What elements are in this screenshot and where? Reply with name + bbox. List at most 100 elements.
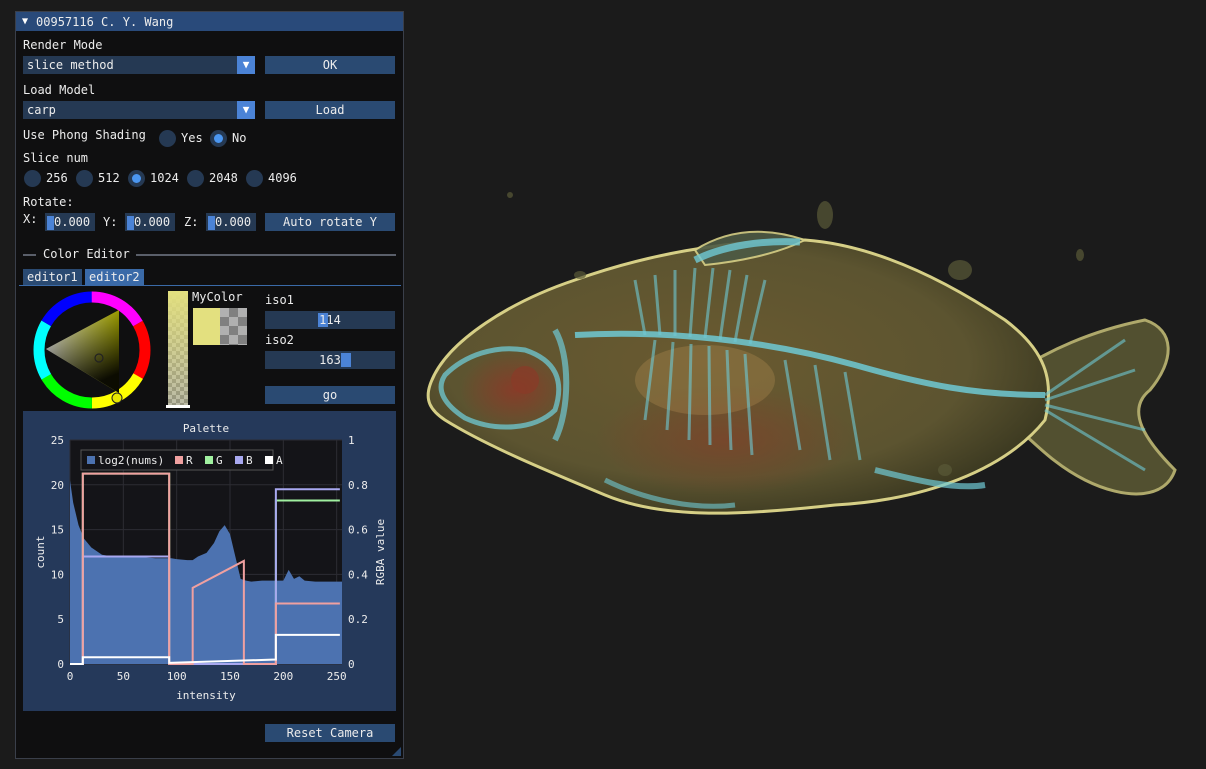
- legend-label: B: [246, 454, 253, 467]
- y-tick-label: 20: [51, 479, 64, 492]
- iso2-value: 163: [319, 353, 341, 367]
- resize-grip-icon[interactable]: [392, 747, 401, 756]
- legend: log2(nums) R G B A: [80, 449, 283, 471]
- legend-swatch: [87, 456, 95, 464]
- slice-512-radio[interactable]: [76, 170, 93, 187]
- render-mode-label: Render Mode: [23, 38, 103, 52]
- alpha-bar[interactable]: [166, 291, 190, 408]
- y-tick-label: 25: [51, 434, 64, 447]
- y2-axis-label: RGBA value: [374, 519, 387, 585]
- slice-2048-label: 2048: [209, 171, 238, 185]
- tab-editor2[interactable]: editor2: [85, 269, 144, 285]
- chart-title: Palette: [183, 422, 229, 435]
- rotate-x-value: 0.000: [54, 215, 91, 229]
- slice-4096-label: 4096: [268, 171, 297, 185]
- chevron-down-icon[interactable]: ▼: [237, 101, 255, 119]
- y-tick-label: 5: [57, 613, 64, 626]
- rotate-y-input[interactable]: 0.000: [125, 213, 175, 231]
- rotate-x-input[interactable]: 0.000: [45, 213, 95, 231]
- slice-256-label: 256: [46, 171, 68, 185]
- iso1-label: iso1: [265, 293, 294, 307]
- y-axis-label: count: [34, 535, 47, 568]
- y2-tick-label: 1: [348, 434, 355, 447]
- legend-swatch: [205, 456, 213, 464]
- phong-no-label: No: [232, 131, 247, 145]
- triangle-down-icon[interactable]: ▼: [22, 16, 28, 27]
- iso2-slider[interactable]: 163: [265, 351, 395, 369]
- my-color-swatch[interactable]: [193, 308, 247, 345]
- y-tick-label: 0: [57, 658, 64, 671]
- y-tick-label: 15: [51, 524, 64, 537]
- text-cursor: [47, 215, 54, 230]
- iso2-label: iso2: [265, 333, 294, 347]
- color-wheel-icon[interactable]: [33, 291, 151, 409]
- control-panel: ▼ 00957116 C. Y. Wang Render Mode slice …: [15, 11, 404, 759]
- slice-1024-label: 1024: [150, 171, 179, 185]
- slice-256-radio[interactable]: [24, 170, 41, 187]
- color-editor-heading: Color Editor: [43, 247, 130, 261]
- slice-2048-radio[interactable]: [187, 170, 204, 187]
- load-button[interactable]: Load: [265, 101, 395, 119]
- phong-yes-radio[interactable]: [159, 130, 176, 147]
- phong-no-radio[interactable]: [210, 130, 227, 147]
- y-tick-label: 10: [51, 568, 64, 581]
- iso2-slider-grab[interactable]: [341, 353, 351, 367]
- load-model-value: carp: [27, 103, 56, 117]
- x-tick-label: 0: [67, 670, 74, 683]
- auto-rotate-y-button[interactable]: Auto rotate Y: [265, 213, 395, 231]
- x-tick-label: 200: [273, 670, 293, 683]
- slice-4096-radio[interactable]: [246, 170, 263, 187]
- render-mode-value: slice method: [27, 58, 114, 72]
- phong-label: Use Phong Shading: [23, 128, 146, 142]
- volume-render-image: [426, 192, 1177, 515]
- separator-left: [23, 254, 36, 256]
- load-model-select[interactable]: carp ▼: [23, 101, 255, 119]
- y2-tick-label: 0: [348, 658, 355, 671]
- rotate-z-value: 0.000: [215, 215, 252, 229]
- panel-title: 00957116 C. Y. Wang: [36, 14, 174, 29]
- chevron-down-icon[interactable]: ▼: [237, 56, 255, 74]
- legend-label: A: [276, 454, 283, 467]
- legend-swatch: [175, 456, 183, 464]
- rotate-z-label: Z:: [184, 215, 199, 229]
- x-tick-label: 250: [327, 670, 347, 683]
- render-viewport[interactable]: [405, 0, 1206, 766]
- slice-512-label: 512: [98, 171, 120, 185]
- x-tick-label: 100: [167, 670, 187, 683]
- y2-tick-label: 0.8: [348, 479, 368, 492]
- y2-tick-label: 0.6: [348, 524, 368, 537]
- palette-chart-svg[interactable]: Palette 0 50 100 150 200 250051015202500.20.4…: [23, 411, 396, 711]
- text-cursor: [127, 215, 134, 230]
- iso1-value: 114: [319, 313, 341, 327]
- my-color-label: MyColor: [192, 290, 243, 304]
- legend-label: log2(nums): [98, 454, 164, 467]
- y2-tick-label: 0.4: [348, 568, 368, 581]
- go-button[interactable]: go: [265, 386, 395, 404]
- legend-label: R: [186, 454, 193, 467]
- palette-chart[interactable]: Palette 0 50 100 150 200 250 0 5 10 15 20 25 0 0.2 0.4…: [23, 411, 396, 711]
- slice-1024-radio[interactable]: [128, 170, 145, 187]
- y2-tick-label: 0.2: [348, 613, 368, 626]
- rotate-z-input[interactable]: 0.000: [206, 213, 256, 231]
- ok-button[interactable]: OK: [265, 56, 395, 74]
- rotate-x-label: X:: [23, 212, 38, 226]
- tab-editor1[interactable]: editor1: [23, 269, 82, 285]
- x-tick-label: 150: [220, 670, 240, 683]
- reset-camera-button[interactable]: Reset Camera: [265, 724, 395, 742]
- load-model-label: Load Model: [23, 83, 96, 97]
- x-tick-label: 50: [117, 670, 130, 683]
- rotate-label: Rotate:: [23, 195, 74, 209]
- rotate-y-value: 0.000: [134, 215, 171, 229]
- legend-swatch: [235, 456, 243, 464]
- slice-num-label: Slice num: [23, 151, 89, 165]
- phong-yes-label: Yes: [181, 131, 203, 145]
- color-wheel-picker[interactable]: [33, 291, 151, 409]
- separator-right: [136, 254, 396, 256]
- tab-underline: [19, 285, 401, 286]
- legend-label: G: [216, 454, 223, 467]
- panel-titlebar[interactable]: ▼ 00957116 C. Y. Wang: [16, 12, 403, 31]
- x-axis-label: intensity: [176, 689, 236, 702]
- render-mode-select[interactable]: slice method ▼: [23, 56, 255, 74]
- rotate-y-label: Y:: [103, 215, 118, 229]
- iso1-slider[interactable]: 114: [265, 311, 395, 329]
